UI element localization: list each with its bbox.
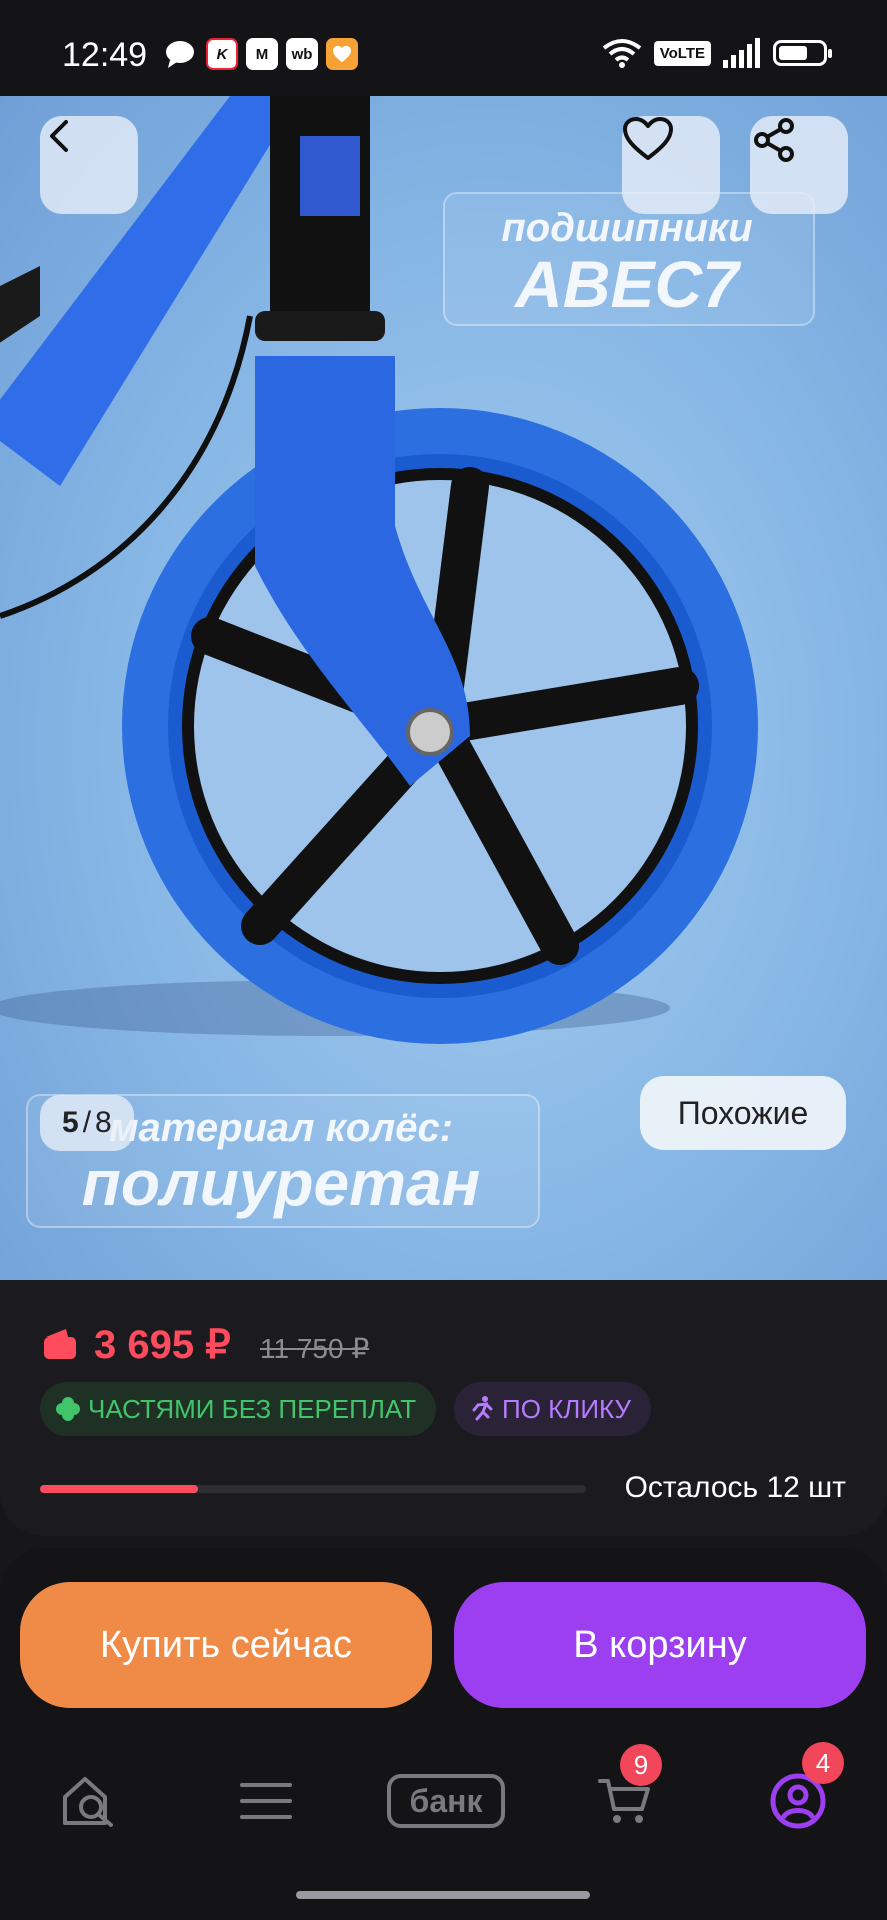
one-click-badge-label: ПО КЛИКУ — [502, 1393, 631, 1424]
home-search-icon — [63, 1777, 113, 1827]
share-button[interactable] — [750, 116, 848, 214]
chat-bubble-icon — [166, 41, 194, 68]
battery-icon — [773, 40, 832, 66]
image-counter-current: 5 — [62, 1106, 79, 1139]
image-counter-total: 8 — [95, 1106, 112, 1139]
nav-profile[interactable]: 4 — [766, 1742, 844, 1844]
wb-app-icon: wb — [286, 38, 318, 70]
old-price: 11 750 ₽ — [260, 1333, 370, 1364]
stock-progress-fill — [40, 1485, 199, 1493]
bottom-nav: банк 9 4 — [0, 1742, 887, 1858]
cart-count-badge: 9 — [620, 1744, 662, 1786]
stock-progress-bar — [40, 1485, 586, 1493]
share-icon — [754, 118, 794, 162]
product-image[interactable]: подшипники ABEC7 материал колёс: полиуре… — [0, 96, 887, 1280]
overlay-bearings-value: ABEC7 — [515, 247, 739, 321]
back-button[interactable] — [40, 116, 138, 214]
bank-icon: банк — [387, 1774, 505, 1828]
installments-badge[interactable]: ЧАСТЯМИ БЕЗ ПЕРЕПЛАТ — [40, 1382, 437, 1436]
one-click-badge[interactable]: ПО КЛИКУ — [454, 1382, 651, 1436]
chevron-left-icon — [50, 120, 68, 152]
volte-label: VoLTE — [653, 40, 711, 66]
nav-catalog[interactable] — [236, 1758, 296, 1844]
installments-badge-label: ЧАСТЯМИ БЕЗ ПЕРЕПЛАТ — [88, 1393, 417, 1424]
status-bar: 12:49 K М wb VoLTE — [0, 0, 887, 96]
overlay-bearings-label: подшипники — [501, 206, 753, 250]
nav-bank[interactable]: банк — [384, 1758, 508, 1844]
heart-app-icon — [326, 38, 358, 70]
stock-remaining-text: Осталось 12 шт — [624, 1471, 846, 1504]
similar-button[interactable]: Похожие — [640, 1076, 846, 1150]
heart-icon — [623, 117, 673, 160]
magnit-app-icon: М — [246, 38, 278, 70]
buy-now-button[interactable]: Купить сейчас — [20, 1582, 432, 1708]
add-to-cart-button[interactable]: В корзину — [454, 1582, 866, 1708]
status-app-icons: K М wb — [164, 38, 358, 70]
current-price: 3 695 ₽ — [94, 1323, 231, 1367]
running-person-icon — [472, 1396, 493, 1421]
nav-home-search[interactable] — [54, 1758, 124, 1844]
kinopoisk-app-icon: K — [206, 38, 238, 70]
signal-bars-icon — [723, 38, 760, 68]
overlay-wheel-material-value: полиуретан — [81, 1147, 481, 1219]
status-right: VoLTE — [602, 38, 832, 68]
image-counter: 5 / 8 — [40, 1095, 134, 1151]
favorite-button[interactable] — [622, 116, 720, 214]
clover-icon — [56, 1397, 80, 1421]
wallet-icon — [44, 1329, 76, 1359]
status-time: 12:49 — [62, 36, 148, 74]
image-counter-separator: / — [82, 1106, 92, 1139]
nav-cart[interactable]: 9 — [590, 1744, 662, 1844]
catalog-menu-icon — [240, 1783, 292, 1819]
wifi-icon — [602, 39, 641, 68]
profile-notification-badge: 4 — [802, 1742, 844, 1784]
home-indicator[interactable] — [296, 1891, 590, 1899]
